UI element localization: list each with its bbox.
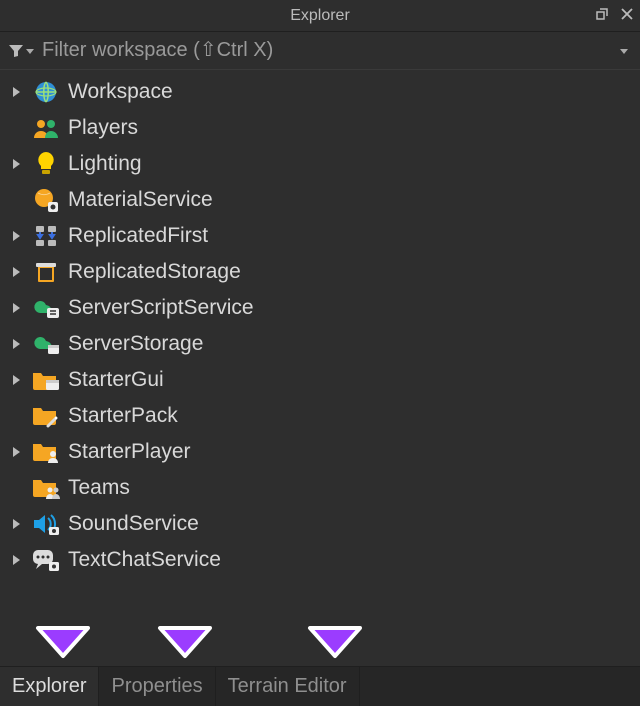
tree-item-lighting[interactable]: Lighting [0,146,640,182]
cloud-script-icon [32,294,60,322]
sphere-badge-icon [32,186,60,214]
tree-item-workspace[interactable]: Workspace [0,74,640,110]
folder-wand-icon [32,402,60,430]
bulb-icon [32,150,60,178]
tree-item-textchatservice[interactable]: TextChatService [0,542,640,578]
expand-toggle[interactable] [8,231,24,241]
tree-item-label: ReplicatedFirst [68,224,208,248]
close-icon[interactable] [620,7,634,26]
expand-toggle[interactable] [8,267,24,277]
tree-item-players[interactable]: Players [0,110,640,146]
chevron-down-icon [26,49,34,54]
tab-terrain-editor[interactable]: Terrain Editor [216,667,360,706]
tree-item-label: StarterPlayer [68,440,191,464]
expand-toggle[interactable] [8,555,24,565]
tree-item-replicatedfirst[interactable]: ReplicatedFirst [0,218,640,254]
tree-item-serverscriptservice[interactable]: ServerScriptService [0,290,640,326]
expand-toggle[interactable] [8,339,24,349]
chevron-right-icon [13,87,20,97]
expand-toggle[interactable] [8,519,24,529]
expand-toggle[interactable] [8,303,24,313]
window-buttons [594,0,634,32]
annotation-arrow-icon [156,624,214,658]
expand-toggle[interactable] [8,375,24,385]
chat-badge-icon [32,546,60,574]
people-icon [32,114,60,142]
tree-item-label: Lighting [68,152,142,176]
tabbar: Explorer Properties Terrain Editor [0,666,640,706]
tree-item-label: ServerStorage [68,332,203,356]
tree-item-label: Teams [68,476,130,500]
tree-item-serverstorage[interactable]: ServerStorage [0,326,640,362]
chevron-right-icon [13,519,20,529]
tree-item-teams[interactable]: Teams [0,470,640,506]
tab-label: Explorer [12,675,86,698]
tree-item-soundservice[interactable]: SoundService [0,506,640,542]
chevron-right-icon [13,231,20,241]
tree-item-label: StarterPack [68,404,178,428]
annotation-arrows-row [0,618,640,666]
tree-item-startergui[interactable]: StarterGui [0,362,640,398]
replicate-down-icon [32,222,60,250]
expand-toggle[interactable] [8,447,24,457]
filter-icon[interactable] [8,44,34,58]
tree-item-label: ReplicatedStorage [68,260,241,284]
chevron-right-icon [13,339,20,349]
globe-icon [32,78,60,106]
tree-item-label: Players [68,116,138,140]
tab-label: Terrain Editor [228,675,347,698]
chevron-right-icon [13,447,20,457]
explorer-tree: Workspace Players Lighting MaterialService R… [0,70,640,618]
panel-title: Explorer [290,7,350,25]
speaker-badge-icon [32,510,60,538]
folder-person-icon [32,438,60,466]
annotation-arrow-icon [34,624,92,658]
tree-item-label: Workspace [68,80,173,104]
tab-explorer[interactable]: Explorer [0,667,99,706]
tree-item-replicatedstorage[interactable]: ReplicatedStorage [0,254,640,290]
tree-item-label: TextChatService [68,548,221,572]
tree-item-materialservice[interactable]: MaterialService [0,182,640,218]
tree-item-starterplayer[interactable]: StarterPlayer [0,434,640,470]
titlebar: Explorer [0,0,640,32]
chevron-right-icon [13,375,20,385]
chevron-right-icon [13,555,20,565]
tree-item-label: ServerScriptService [68,296,254,320]
tree-item-starterpack[interactable]: StarterPack [0,398,640,434]
filter-row [0,32,640,70]
filter-menu-chevron-icon[interactable] [620,49,628,54]
expand-toggle[interactable] [8,159,24,169]
chevron-right-icon [13,159,20,169]
bin-icon [32,258,60,286]
chevron-right-icon [13,267,20,277]
cloud-box-icon [32,330,60,358]
tree-item-label: StarterGui [68,368,164,392]
tab-label: Properties [111,675,202,698]
filter-input[interactable] [42,39,612,62]
popout-icon[interactable] [594,6,610,27]
annotation-arrow-icon [306,624,364,658]
folder-window-icon [32,366,60,394]
explorer-panel: Explorer Workspace Players Lighting Materia… [0,0,640,706]
expand-toggle[interactable] [8,87,24,97]
folder-people-icon [32,474,60,502]
tree-item-label: MaterialService [68,188,213,212]
chevron-right-icon [13,303,20,313]
tab-properties[interactable]: Properties [99,667,215,706]
tree-item-label: SoundService [68,512,199,536]
